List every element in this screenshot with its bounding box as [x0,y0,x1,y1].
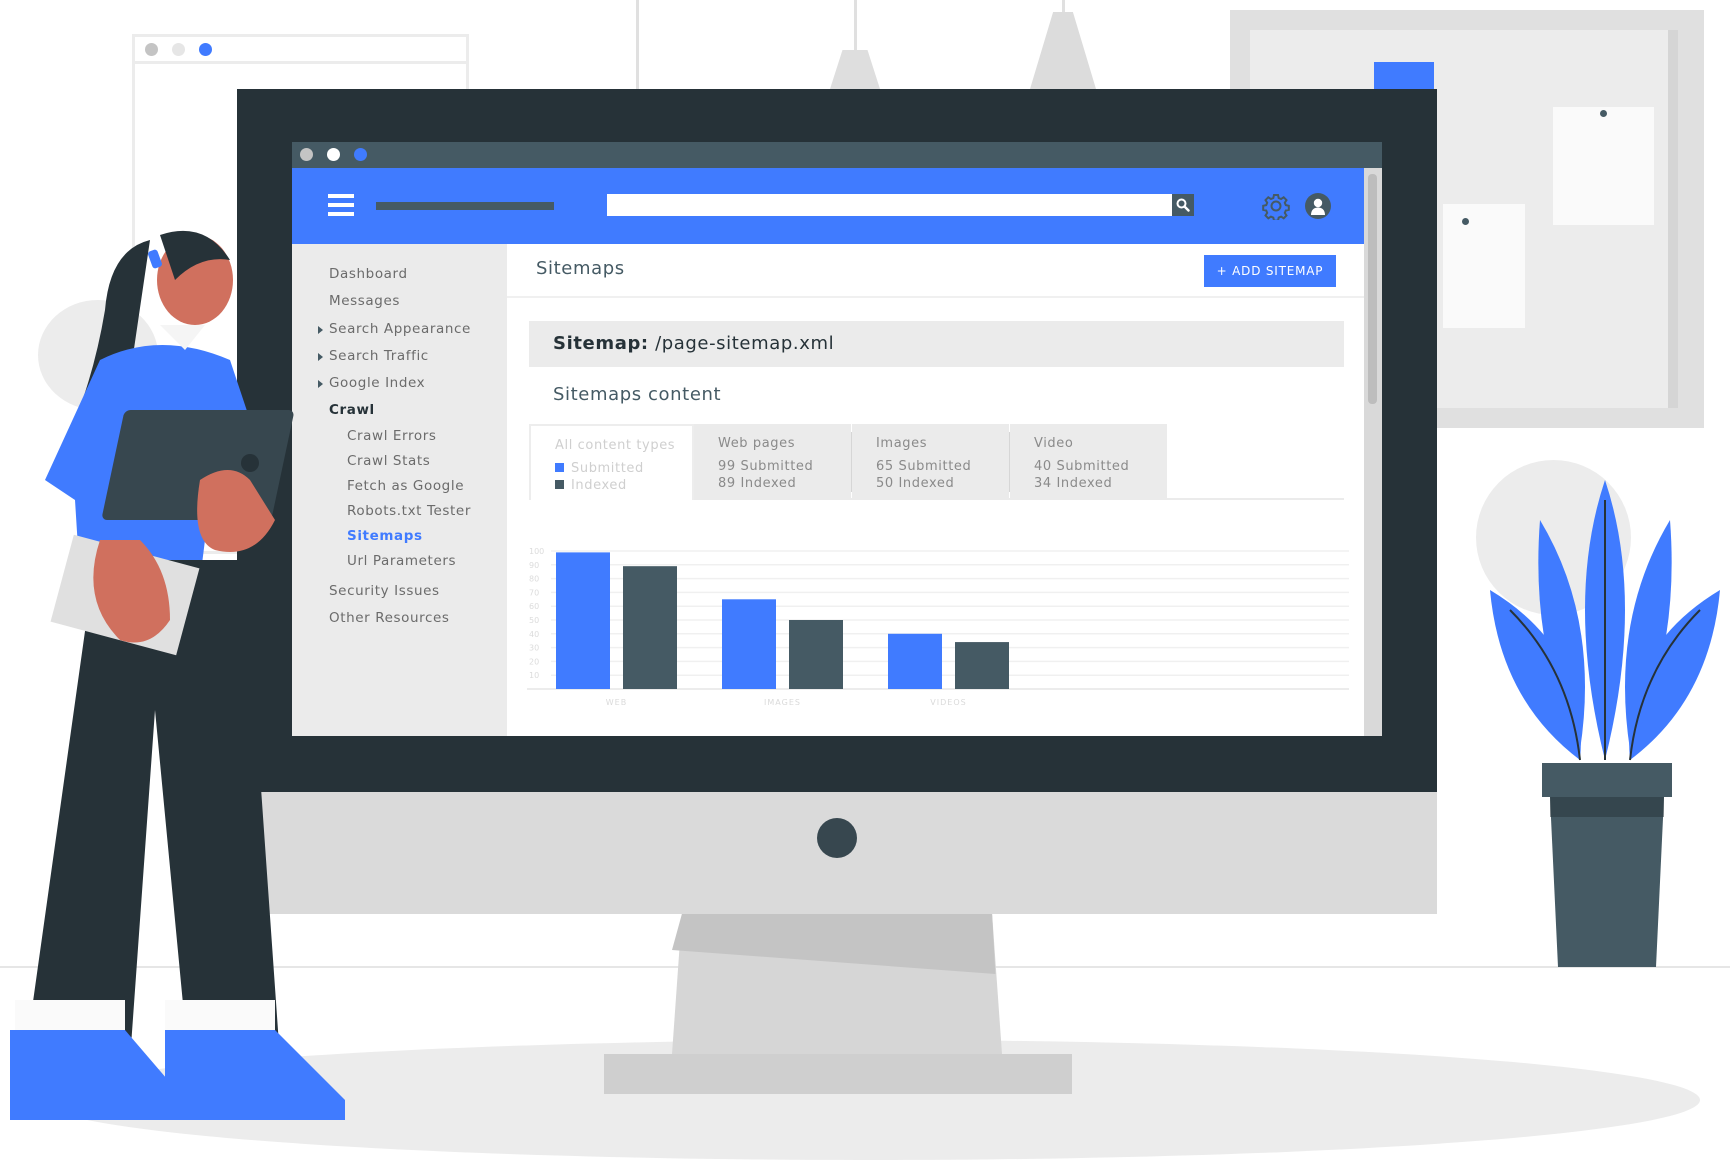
bar-submitted-web [556,552,610,689]
lamp-cord [636,0,639,89]
search-icon [1176,198,1190,212]
scrollbar-thumb[interactable] [1368,174,1377,404]
sticky-note-blue [1374,62,1434,89]
tab-images[interactable]: Images 65 Submitted 50 Indexed [852,424,1009,500]
bar-submitted-images [722,599,776,689]
y-tick-label: 90 [529,561,539,570]
sidebar-item-fetch-as-google[interactable]: Fetch as Google [347,478,464,494]
tab-submitted-count: 99 Submitted [718,459,814,474]
tab-video[interactable]: Video 40 Submitted 34 Indexed [1010,424,1167,500]
pot-rim [1542,763,1672,797]
window-titlebar [292,142,1382,168]
site-title-placeholder [376,202,554,210]
tab-all-content-types[interactable]: All content types Submitted Indexed [529,424,694,500]
monitor-stand-base [604,1054,1072,1094]
y-tick-label: 20 [529,657,539,666]
sitemap-prefix: Sitemap: [553,333,649,354]
x-category-label: IMAGES [764,698,801,707]
sitemap-path[interactable]: /page-sitemap.xml [655,333,834,354]
bar-indexed-images [789,620,843,689]
pendant-lamp [830,50,880,89]
tab-title: Images [876,436,928,451]
woman-holding-tablet-illustration [10,230,345,1120]
pot [1550,797,1664,967]
y-tick-label: 50 [529,616,539,625]
sitemap-heading: Sitemap: /page-sitemap.xml [553,333,834,354]
legend-swatch-submitted [555,463,564,472]
tab-submitted-count: 65 Submitted [876,459,972,474]
sidebar-item-label: Robots.txt Tester [347,503,471,519]
potted-plant-illustration [1490,480,1720,967]
search-button[interactable] [1172,194,1194,216]
app-window: Dashboard Messages Search Appearance Sea… [292,142,1382,736]
sidebar-item-robots-tester[interactable]: Robots.txt Tester [347,503,471,519]
sitemap-bar-chart: 10 20 30 40 50 60 70 80 90 100 WEB IMAGES VIDEOS [527,547,1349,707]
sidebar-item-label: Fetch as Google [347,478,465,494]
sidebar-item-crawl-errors[interactable]: Crawl Errors [347,428,436,444]
legend-label: Indexed [571,478,627,493]
tab-title: Web pages [718,436,796,451]
tab-indexed-count: 50 Indexed [876,476,955,491]
tab-title: Video [1034,436,1074,451]
tab-indexed-count: 89 Indexed [718,476,797,491]
y-tick-label: 80 [529,575,539,584]
lamp-cord [1062,0,1065,12]
pin-icon [1600,110,1607,117]
y-tick-label: 10 [529,671,539,680]
pin-icon [1462,218,1469,225]
sidebar-item-label: Url Parameters [347,553,457,569]
background-window-dot [145,43,158,56]
legend-swatch-indexed [555,480,564,489]
window-minimize-button[interactable] [327,148,340,161]
y-tick-label: 70 [529,588,539,597]
legend-submitted: Submitted [555,461,644,476]
bar-indexed-videos [955,642,1009,689]
lamp-cord [854,0,857,50]
page-title: Sitemaps [536,258,625,279]
tab-web-pages[interactable]: Web pages 99 Submitted 89 Indexed [694,424,851,500]
bar-submitted-videos [888,633,942,689]
sitemap-path-bar: Sitemap: /page-sitemap.xml [529,321,1344,367]
user-avatar-icon[interactable] [1304,192,1332,220]
x-category-label: VIDEOS [930,698,966,707]
add-sitemap-button[interactable]: + ADD SITEMAP [1204,255,1336,287]
divider [507,296,1364,298]
legend-label: Submitted [571,461,644,476]
paper-note [1443,204,1525,328]
y-tick-label: 100 [529,547,544,556]
background-window-dot [199,43,212,56]
power-button-icon [817,818,857,858]
main-content: Sitemaps + ADD SITEMAP Sitemap: /page-si… [507,244,1364,736]
paper-note [1553,107,1654,225]
content-type-tabs: All content types Submitted Indexed Web … [529,424,1344,500]
y-tick-label: 30 [529,644,539,653]
gear-icon[interactable] [1262,192,1290,222]
x-category-label: WEB [606,698,627,707]
sidebar-item-url-parameters[interactable]: Url Parameters [347,553,456,569]
sidebar-item-label: Crawl Errors [347,428,437,444]
legend-indexed: Indexed [555,478,627,493]
hair-clip [148,249,162,269]
bar-indexed-web [623,566,677,689]
tab-indexed-count: 34 Indexed [1034,476,1113,491]
background-window-dot [172,43,185,56]
shoe-left [10,1030,185,1120]
pendant-lamp [1030,12,1096,89]
window-close-button[interactable] [300,148,313,161]
tab-title: All content types [555,438,676,453]
app-header [292,168,1364,244]
window-maximize-button[interactable] [354,148,367,161]
search-input[interactable] [607,194,1172,216]
y-tick-label: 60 [529,602,539,611]
y-tick-label: 40 [529,630,539,639]
tab-submitted-count: 40 Submitted [1034,459,1130,474]
sitemaps-content-heading: Sitemaps content [553,384,722,405]
menu-icon[interactable] [328,194,354,216]
shoe-right [165,1030,345,1120]
